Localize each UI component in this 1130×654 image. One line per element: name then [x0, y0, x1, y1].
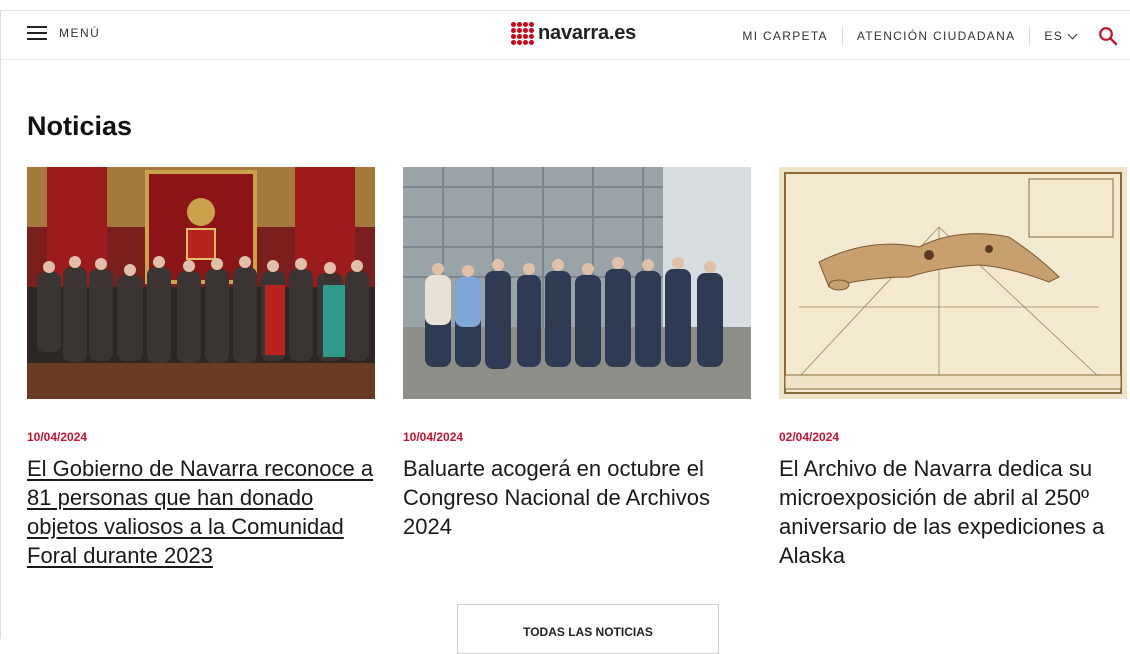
news-card: 02/04/2024 El Archivo de Navarra dedica … — [779, 167, 1127, 570]
news-card: 10/04/2024 El Gobierno de Navarra recono… — [27, 167, 375, 570]
language-selector[interactable]: ES — [1044, 29, 1078, 43]
search-icon[interactable] — [1098, 26, 1118, 46]
chevron-down-icon — [1067, 29, 1078, 39]
logo-dots-icon — [511, 22, 534, 45]
news-title-link[interactable]: Baluarte acogerá en octubre el Congreso … — [403, 454, 751, 541]
menu-label: MENÚ — [59, 26, 101, 40]
page-title: Noticias — [27, 111, 133, 141]
news-card: 10/04/2024 Baluarte acogerá en octubre e… — [403, 167, 751, 541]
hamburger-icon — [27, 26, 47, 40]
news-title-link[interactable]: El Gobierno de Navarra reconoce a 81 per… — [27, 454, 375, 570]
top-bar: MENÚ navarra.es MI CARPETA ATENCIÓN CIUD… — [1, 10, 1130, 60]
frame-border — [0, 10, 1, 639]
menu-button[interactable]: MENÚ — [27, 26, 100, 40]
nav-divider — [841, 26, 843, 46]
news-date: 02/04/2024 — [779, 430, 840, 444]
site-logo[interactable]: navarra.es — [511, 22, 636, 45]
logo-text: navarra.es — [538, 22, 637, 44]
news-date: 10/04/2024 — [27, 430, 88, 444]
news-image-ceremony[interactable] — [27, 167, 375, 399]
all-news-button[interactable]: TODAS LAS NOTICIAS — [457, 604, 719, 654]
mi-carpeta-link[interactable]: MI CARPETA — [742, 29, 827, 43]
nav-divider — [1029, 26, 1031, 46]
atencion-ciudadana-link[interactable]: ATENCIÓN CIUDADANA — [857, 29, 1016, 43]
news-title-link[interactable]: El Archivo de Navarra dedica su microexp… — [779, 454, 1127, 570]
news-date: 10/04/2024 — [403, 430, 464, 444]
header-nav: MI CARPETA ATENCIÓN CIUDADANA ES — [742, 25, 1118, 47]
news-image-map[interactable] — [779, 167, 1127, 399]
language-label: ES — [1044, 29, 1063, 43]
news-image-baluarte[interactable] — [403, 167, 751, 399]
